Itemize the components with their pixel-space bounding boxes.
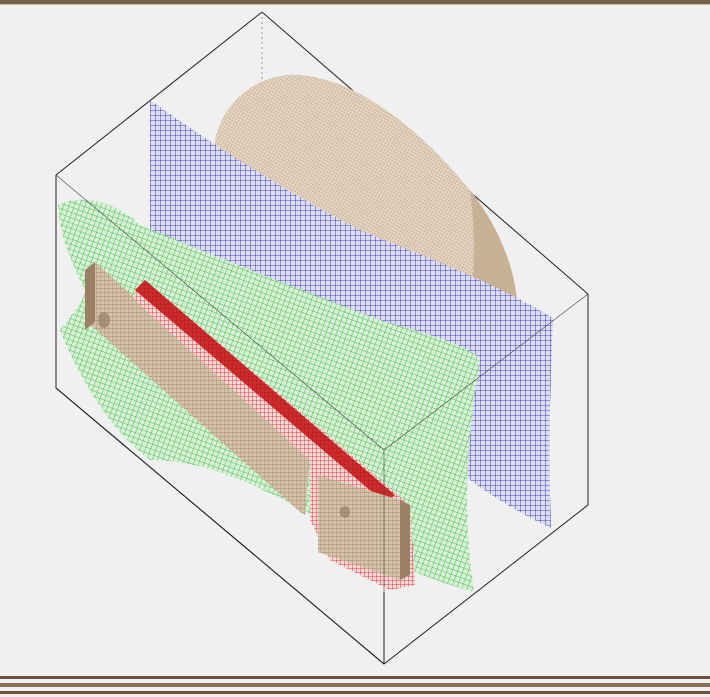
window-bottom-border [0, 676, 710, 697]
3d-viewport[interactable] [0, 5, 710, 675]
